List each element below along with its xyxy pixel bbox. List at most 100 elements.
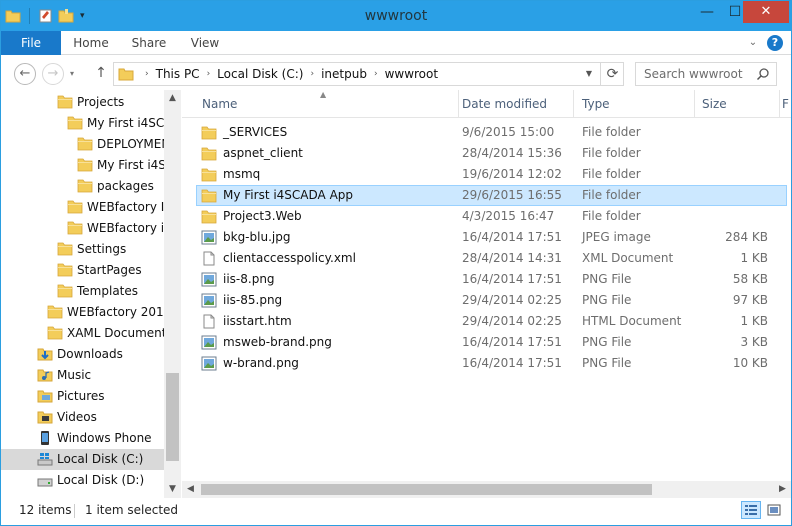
title-bar[interactable]: wwwroot ▾ — ☐ ✕: [1, 1, 791, 31]
nav-item-label: WEBfactory i4S: [87, 221, 164, 235]
crumb-local-disk[interactable]: Local Disk (C:): [217, 63, 303, 85]
nav-item-label: Windows Phone: [57, 431, 152, 445]
forward-button[interactable]: →: [42, 63, 64, 85]
explorer-window: wwwroot ▾ — ☐ ✕ File Home Share View ⌄ ?…: [0, 0, 792, 526]
table-row[interactable]: _SERVICES 9/6/2015 15:00 File folder: [196, 122, 787, 143]
scroll-up-icon[interactable]: ▲: [164, 90, 181, 107]
breadcrumb-separator-icon[interactable]: ›: [145, 63, 149, 85]
file-date: 29/4/2014 02:25: [462, 293, 562, 307]
nav-item-downloads[interactable]: Downloads: [1, 344, 164, 365]
large-icons-view-button[interactable]: [764, 501, 784, 519]
search-input[interactable]: Search wwwroot: [644, 63, 743, 85]
file-size: 3 KB: [740, 335, 768, 349]
file-size: 284 KB: [725, 230, 768, 244]
table-row[interactable]: bkg-blu.jpg 16/4/2014 17:51 JPEG image 284 …: [196, 227, 787, 248]
breadcrumb-separator-icon[interactable]: ›: [310, 63, 314, 85]
app-folder-icon[interactable]: [5, 8, 21, 24]
music-icon: [37, 367, 53, 386]
scroll-left-icon[interactable]: ◀: [182, 481, 199, 498]
hscroll-thumb[interactable]: [201, 484, 652, 495]
tab-view[interactable]: View: [181, 31, 229, 55]
table-row[interactable]: iisstart.htm 29/4/2014 02:25 HTML Document…: [196, 311, 787, 332]
table-row[interactable]: Project3.Web 4/3/2015 16:47 File folder: [196, 206, 787, 227]
column-extra[interactable]: F: [774, 90, 791, 118]
address-bar[interactable]: › This PC › Local Disk (C:) › inetpub › …: [113, 62, 624, 86]
nav-item-xaml-documents[interactable]: XAML Documents: [1, 323, 164, 344]
file-name: clientaccesspolicy.xml: [223, 251, 356, 265]
file-name: msmq: [223, 167, 261, 181]
qat-customize-icon[interactable]: ▾: [80, 8, 90, 24]
nav-item-packages[interactable]: packages: [1, 176, 164, 197]
nav-item-pictures[interactable]: Pictures: [1, 386, 164, 407]
up-button[interactable]: ↑: [92, 64, 110, 82]
table-row[interactable]: aspnet_client 28/4/2014 15:36 File folder: [196, 143, 787, 164]
file-type: File folder: [582, 209, 641, 223]
nav-item-windows-phone[interactable]: Windows Phone: [1, 428, 164, 449]
large-icons-view-icon: [767, 504, 781, 516]
help-icon[interactable]: ?: [767, 35, 783, 51]
table-row[interactable]: My First i4SCADA App 29/6/2015 16:55 File …: [196, 185, 787, 206]
nav-item-deploymen[interactable]: DEPLOYMEN: [1, 134, 164, 155]
nav-item-startpages[interactable]: StartPages: [1, 260, 164, 281]
nav-pane-scrollbar[interactable]: ▲ ▼: [164, 90, 181, 498]
column-headers: Name ▲ Date modified Type Size F: [182, 90, 791, 118]
table-row[interactable]: msmq 19/6/2014 12:02 File folder: [196, 164, 787, 185]
column-name[interactable]: Name: [194, 90, 459, 118]
crumb-wwwroot[interactable]: wwwroot: [385, 63, 439, 85]
nav-item-webfactory-2010-s[interactable]: WEBfactory 2010 S: [1, 302, 164, 323]
file-name: _SERVICES: [223, 125, 288, 139]
nav-item-settings[interactable]: Settings: [1, 239, 164, 260]
file-type: HTML Document: [582, 314, 682, 328]
nav-item-local-disk-d[interactable]: Local Disk (D:): [1, 470, 164, 491]
nav-item-my-first-i4sc[interactable]: My First i4SC: [1, 155, 164, 176]
file-name: w-brand.png: [223, 356, 299, 370]
breadcrumb-separator-icon[interactable]: ›: [207, 63, 211, 85]
minimize-button[interactable]: —: [693, 1, 721, 23]
crumb-this-pc[interactable]: This PC: [156, 63, 200, 85]
nav-item-my-first-i4sca[interactable]: My First i4SCA: [1, 113, 164, 134]
new-folder-icon[interactable]: [58, 8, 74, 24]
refresh-button[interactable]: ⟳: [600, 63, 624, 85]
back-button[interactable]: ←: [14, 63, 36, 85]
nav-item-templates[interactable]: Templates: [1, 281, 164, 302]
nav-item-label: packages: [97, 179, 154, 193]
nav-item-music[interactable]: Music: [1, 365, 164, 386]
details-view-button[interactable]: [741, 501, 761, 519]
nav-item-label: My First i4SCA: [87, 116, 164, 130]
table-row[interactable]: msweb-brand.png 16/4/2014 17:51 PNG File 3 …: [196, 332, 787, 353]
column-date-modified[interactable]: Date modified: [454, 90, 574, 118]
close-button[interactable]: ✕: [743, 1, 789, 23]
search-icon[interactable]: [756, 67, 770, 81]
tab-file[interactable]: File: [1, 31, 61, 55]
tab-home[interactable]: Home: [67, 31, 115, 55]
recent-locations-icon[interactable]: ▾: [70, 65, 82, 83]
scroll-right-icon[interactable]: ▶: [774, 481, 791, 498]
nav-item-label: Downloads: [57, 347, 123, 361]
nav-item-videos[interactable]: Videos: [1, 407, 164, 428]
crumb-inetpub[interactable]: inetpub: [321, 63, 367, 85]
nav-item-webfactory-i4s[interactable]: WEBfactory I4S: [1, 197, 164, 218]
nav-item-label: Pictures: [57, 389, 105, 403]
address-history-icon[interactable]: ▼: [582, 66, 596, 82]
table-row[interactable]: w-brand.png 16/4/2014 17:51 PNG File 10 KB: [196, 353, 787, 374]
horizontal-scrollbar[interactable]: ◀ ▶: [182, 481, 791, 498]
expand-ribbon-icon[interactable]: ⌄: [745, 35, 761, 51]
properties-icon[interactable]: [38, 8, 54, 24]
column-size[interactable]: Size: [694, 90, 780, 118]
status-divider: [74, 504, 75, 518]
scroll-down-icon[interactable]: ▼: [164, 481, 181, 498]
tab-share[interactable]: Share: [125, 31, 173, 55]
nav-item-projects[interactable]: Projects: [1, 92, 164, 113]
search-box[interactable]: Search wwwroot: [635, 62, 777, 86]
folder-icon: [67, 220, 83, 239]
address-folder-icon: [118, 67, 134, 84]
navigation-pane[interactable]: Projects My First i4SCA DEPLOYMEN My First …: [1, 90, 181, 498]
nav-scroll-thumb[interactable]: [166, 373, 179, 461]
column-type[interactable]: Type: [574, 90, 695, 118]
table-row[interactable]: iis-8.png 16/4/2014 17:51 PNG File 58 KB: [196, 269, 787, 290]
table-row[interactable]: iis-85.png 29/4/2014 02:25 PNG File 97 KB: [196, 290, 787, 311]
nav-item-webfactory-i4s[interactable]: WEBfactory i4S: [1, 218, 164, 239]
table-row[interactable]: clientaccesspolicy.xml 28/4/2014 14:31 XML…: [196, 248, 787, 269]
breadcrumb-separator-icon[interactable]: ›: [374, 63, 378, 85]
nav-item-local-disk-c[interactable]: Local Disk (C:): [1, 449, 164, 470]
